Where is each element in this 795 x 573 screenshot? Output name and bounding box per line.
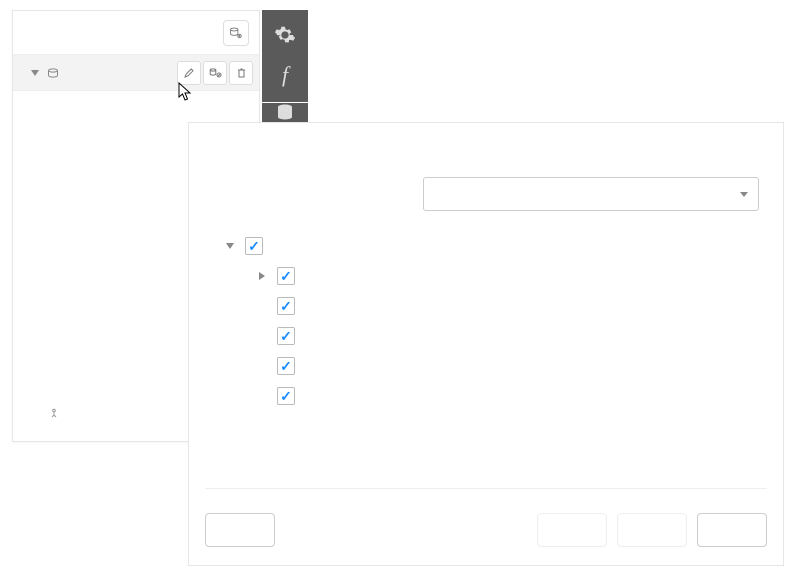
tree-root-row[interactable]: ✓ <box>227 231 759 261</box>
next-button[interactable] <box>617 513 687 547</box>
settings-icon[interactable] <box>274 24 296 49</box>
wizard-footer <box>205 488 767 547</box>
checkbox-address[interactable]: ✓ <box>277 267 295 285</box>
tree-item-companyname[interactable]: ✓ <box>227 291 759 321</box>
checkbox-contacttitle[interactable]: ✓ <box>277 357 295 375</box>
root-element-select[interactable] <box>423 177 759 211</box>
add-data-source-button[interactable] <box>223 20 249 46</box>
checkbox-companyname[interactable]: ✓ <box>277 297 295 315</box>
data-source-wizard: ✓ ✓ ✓ ✓ <box>188 122 784 566</box>
finish-button[interactable] <box>697 513 767 547</box>
field-list-header <box>13 11 259 55</box>
wizard-body: ✓ ✓ ✓ ✓ <box>189 153 783 411</box>
checkbox-id[interactable]: ✓ <box>277 387 295 405</box>
wizard-header <box>189 123 783 153</box>
database-strip-icon[interactable] <box>275 103 295 123</box>
checkbox-contactname[interactable]: ✓ <box>277 327 295 345</box>
chevron-down-icon <box>31 70 39 76</box>
edit-data-source-button[interactable] <box>177 61 201 85</box>
cancel-button[interactable] <box>205 513 275 547</box>
chevron-down-icon <box>740 192 748 197</box>
root-element-row <box>213 177 759 211</box>
fields-tree: ✓ ✓ ✓ ✓ <box>213 231 759 411</box>
footer-separator <box>205 488 767 489</box>
tree-item-contactname[interactable]: ✓ <box>227 321 759 351</box>
database-icon <box>47 68 59 78</box>
chevron-down-icon <box>226 243 234 249</box>
delete-data-source-button[interactable] <box>229 61 253 85</box>
function-icon[interactable]: f <box>282 62 288 88</box>
previous-button[interactable] <box>537 513 607 547</box>
tree-item-address[interactable]: ✓ <box>227 261 759 291</box>
tree-item-contacttitle[interactable]: ✓ <box>227 351 759 381</box>
data-source-row[interactable] <box>13 55 259 91</box>
checkbox-root[interactable]: ✓ <box>245 237 263 255</box>
data-source-actions <box>177 61 259 85</box>
tool-strip: f <box>262 10 308 125</box>
parameters-icon <box>47 407 61 421</box>
chevron-right-icon <box>259 272 265 280</box>
tree-item-id[interactable]: ✓ <box>227 381 759 411</box>
rebuild-schema-button[interactable] <box>203 61 227 85</box>
